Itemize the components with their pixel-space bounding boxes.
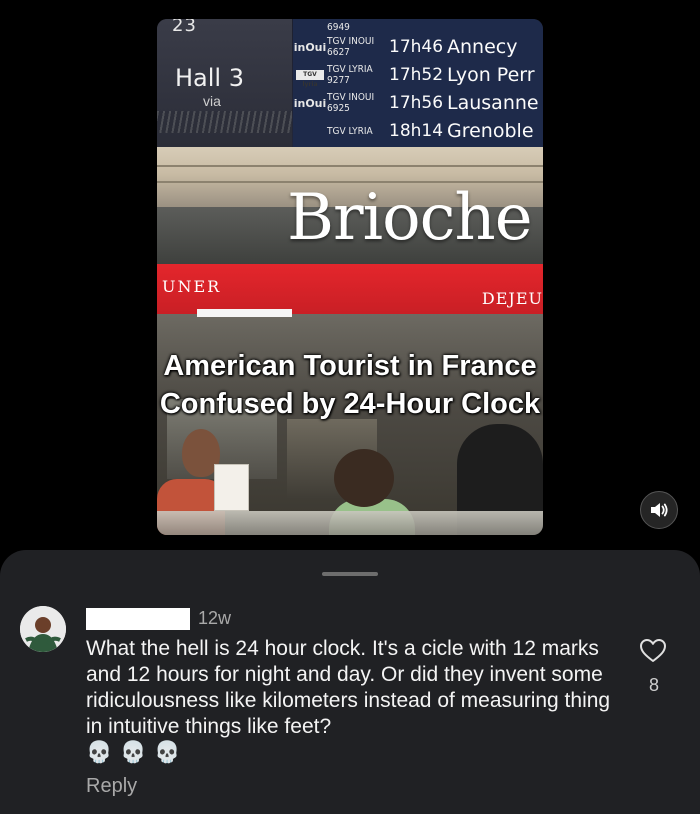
person-figure: [334, 449, 394, 507]
board-decoration: [157, 111, 292, 133]
departure-board: 23 Hall 3 via 6949 inOui TGV INOUI 6627 …: [157, 19, 543, 147]
train-brand: inOui: [293, 96, 327, 110]
train-number: 6949: [327, 21, 350, 33]
comment-text: What the hell is 24 hour clock. It's a c…: [86, 637, 611, 738]
hall-label: Hall 3: [175, 64, 244, 92]
destination: Grenoble: [447, 120, 534, 142]
via-label: via: [203, 93, 221, 109]
destination: Lyon Perr: [447, 64, 535, 86]
destination: Lausanne: [447, 92, 539, 114]
sound-toggle-button[interactable]: [640, 491, 678, 529]
departure-time: 18h14: [389, 121, 444, 141]
comments-sheet: 12w What the hell is 24 hour clock. It's…: [0, 550, 700, 814]
avatar-image: [20, 606, 66, 652]
heart-icon: [640, 639, 666, 662]
hall-number: 23: [172, 19, 197, 36]
comment-timestamp: 12w: [198, 608, 232, 628]
hall-sign: 23 Hall 3 via: [157, 19, 292, 147]
departure-time: 17h56: [389, 93, 444, 113]
train-brand: TGV lyria: [296, 70, 324, 88]
video-thumbnail[interactable]: 23 Hall 3 via 6949 inOui TGV INOUI 6627 …: [157, 19, 543, 535]
train-number: TGV LYRIA 9277: [327, 64, 373, 86]
comment-body: What the hell is 24 hour clock. It's a c…: [86, 636, 616, 766]
reply-button[interactable]: Reply: [86, 775, 137, 798]
ceiling-light: [197, 309, 292, 317]
train-brand: inOui: [293, 40, 327, 54]
departure-list: 6949 inOui TGV INOUI 6627 17h46 Annecy T…: [293, 19, 543, 147]
departure-time: 17h46: [389, 37, 444, 57]
departure-row: inOui TGV INOUI 6627 17h46 Annecy: [293, 33, 543, 61]
like-button[interactable]: [639, 637, 667, 665]
departure-row: inOui TGV INOUI 6925 17h56 Lausanne: [293, 89, 543, 117]
speaker-volume-icon: [651, 503, 668, 517]
skull-emoji: 💀💀💀: [86, 741, 189, 764]
departure-row: TGV LYRIA 18h14 Grenoble: [293, 117, 543, 145]
sheet-drag-handle[interactable]: [322, 572, 378, 576]
train-number: TGV INOUI 6925: [327, 92, 375, 114]
departure-time: 17h52: [389, 65, 444, 85]
video-caption: American Tourist in France Confused by 2…: [159, 350, 541, 420]
shop-counter: [157, 511, 543, 535]
banner-text-left: UNER: [162, 277, 222, 296]
like-count: 8: [648, 675, 659, 695]
train-number: TGV LYRIA: [327, 125, 373, 137]
shop-sign: Brioche: [287, 181, 533, 255]
menu-card: [214, 464, 249, 511]
destination: Annecy: [447, 36, 518, 58]
banner-text-right: DEJEU: [481, 289, 543, 308]
avatar[interactable]: [20, 606, 66, 652]
username-redacted: [86, 608, 190, 630]
departure-row: TGV lyria TGV LYRIA 9277 17h52 Lyon Perr: [293, 61, 543, 89]
train-number: TGV INOUI 6627: [327, 36, 375, 58]
